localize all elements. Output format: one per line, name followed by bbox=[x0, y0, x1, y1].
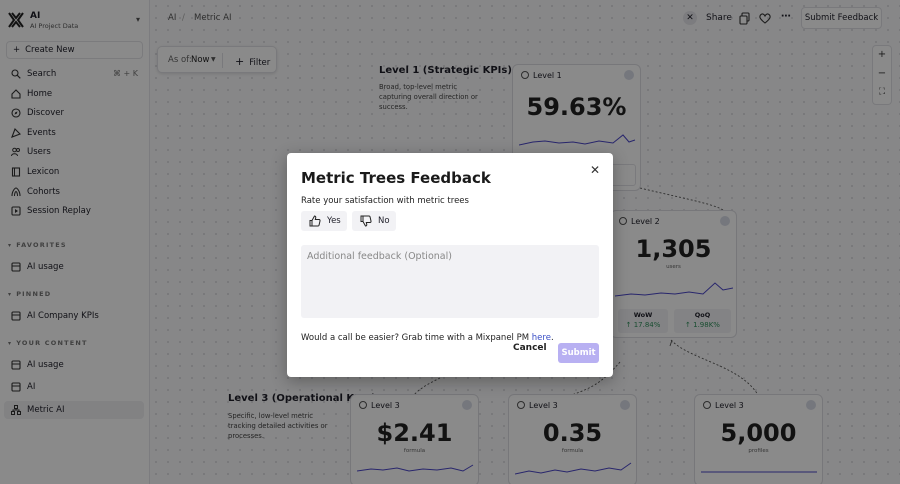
yes-button[interactable]: Yes bbox=[301, 211, 347, 231]
call-suffix: . bbox=[550, 333, 554, 343]
no-button[interactable]: No bbox=[352, 211, 396, 231]
close-icon[interactable]: ✕ bbox=[590, 163, 600, 177]
thumbs-up-icon bbox=[309, 215, 321, 227]
feedback-textarea[interactable] bbox=[301, 245, 599, 318]
call-text: Would a call be easier? Grab time with a… bbox=[301, 333, 530, 343]
feedback-modal: Metric Trees Feedback ✕ Rate your satisf… bbox=[287, 153, 613, 377]
app-root: Level 1 (Strategic KPIs) Broad, top-leve… bbox=[0, 0, 900, 484]
modal-title: Metric Trees Feedback bbox=[301, 169, 491, 187]
call-prompt: Would a call be easier? Grab time with a… bbox=[301, 333, 554, 343]
no-label: No bbox=[378, 216, 390, 226]
cancel-button[interactable]: Cancel bbox=[513, 343, 547, 353]
submit-button[interactable]: Submit bbox=[558, 343, 599, 363]
call-link[interactable]: here bbox=[532, 333, 551, 343]
thumbs-down-icon bbox=[360, 215, 372, 227]
yes-label: Yes bbox=[327, 216, 341, 226]
satisfaction-question: Rate your satisfaction with metric trees bbox=[301, 196, 469, 206]
